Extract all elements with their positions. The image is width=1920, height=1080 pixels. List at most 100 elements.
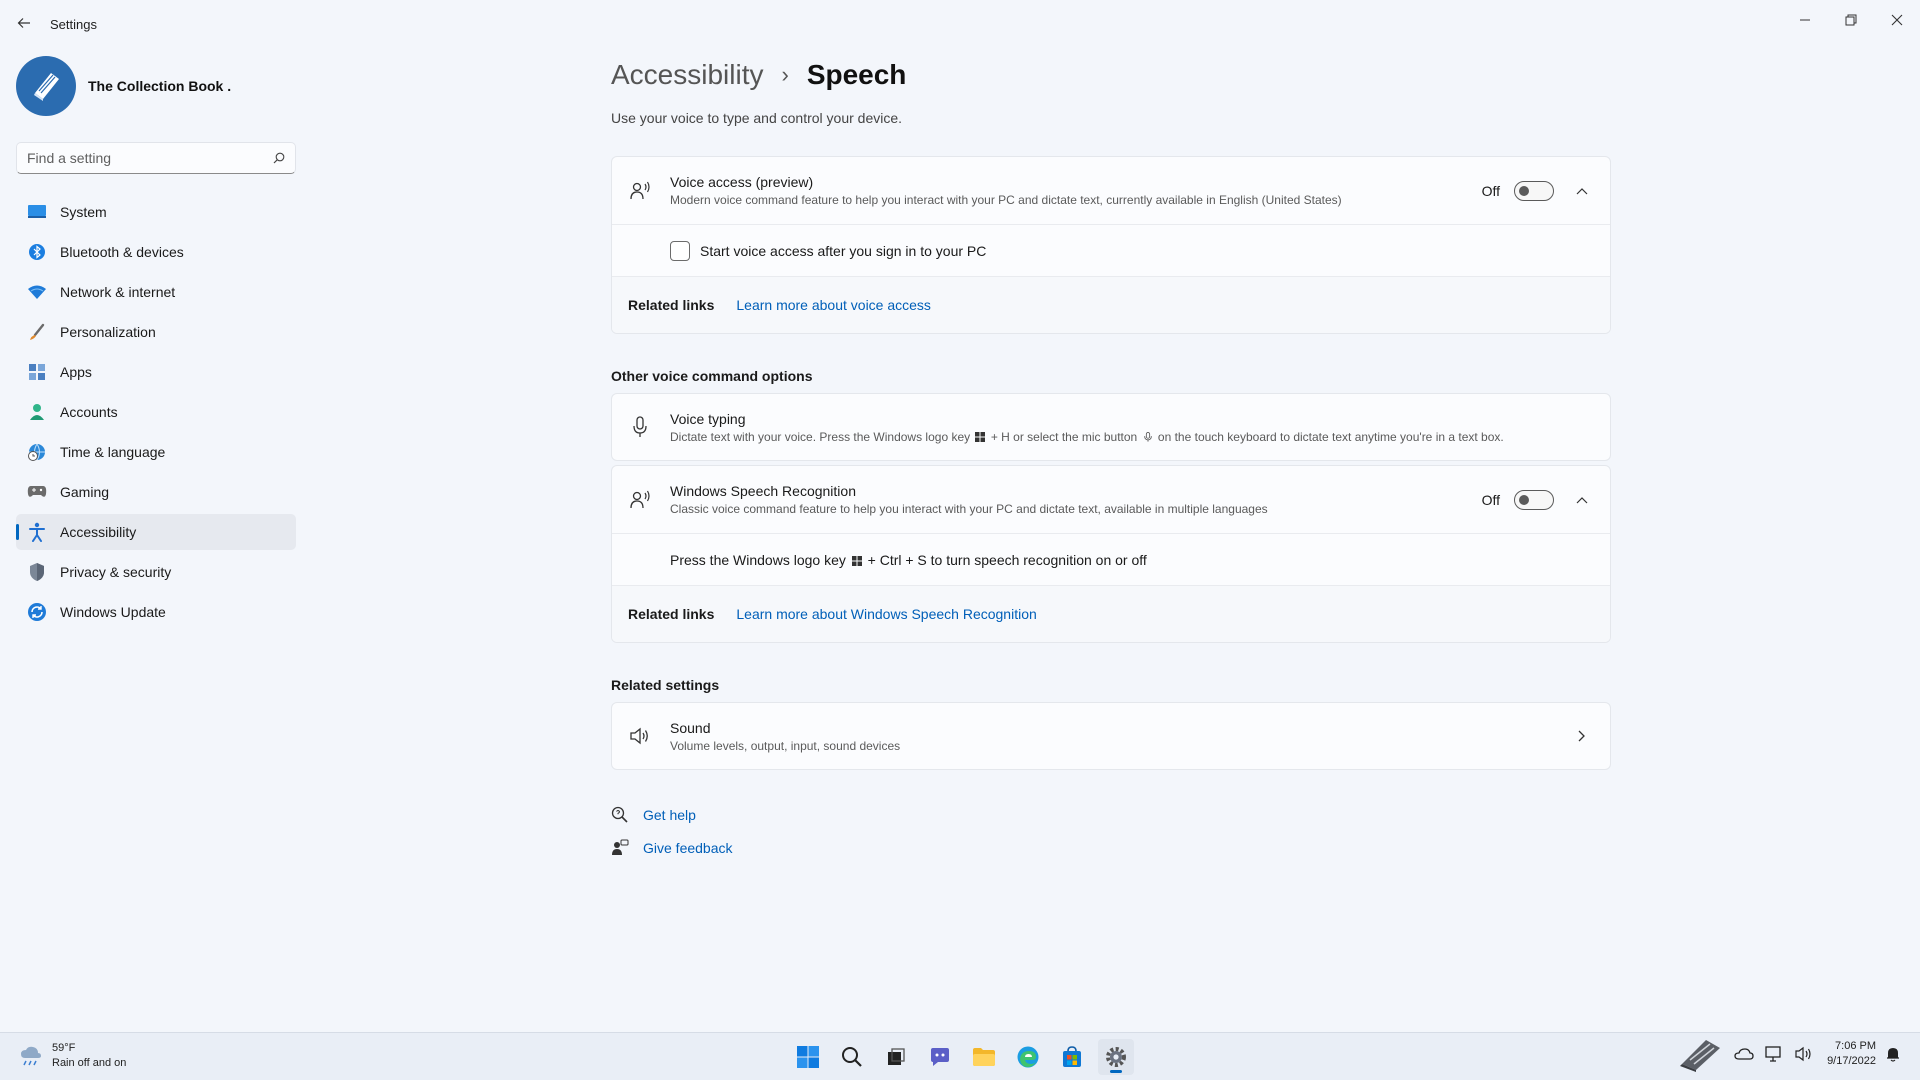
voice-access-icon [626, 180, 654, 202]
teams-chat-button[interactable] [922, 1039, 958, 1075]
sidebar-item-label: Windows Update [60, 604, 166, 620]
voice-access-startup-label[interactable]: Start voice access after you sign in to … [700, 243, 986, 259]
give-feedback-link[interactable]: Give feedback [643, 840, 733, 856]
get-help-icon [611, 806, 628, 823]
settings-app-button[interactable] [1098, 1039, 1134, 1075]
sidebar-item-system[interactable]: System [16, 194, 296, 230]
speech-recognition-toggle[interactable] [1514, 489, 1554, 510]
speech-recognition-card: Windows Speech Recognition Classic voice… [611, 465, 1611, 643]
globe-clock-icon [26, 441, 48, 463]
voice-access-startup-row: Start voice access after you sign in to … [612, 225, 1610, 277]
speech-recognition-shortcut-row: Press the Windows logo key + Ctrl + S to… [612, 534, 1610, 586]
sound-row[interactable]: Sound Volume levels, output, input, soun… [612, 703, 1610, 769]
close-icon [1891, 14, 1903, 26]
close-button[interactable] [1877, 6, 1917, 34]
microphone-icon [626, 416, 654, 438]
clock-date: 9/17/2022 [1827, 1055, 1876, 1067]
onedrive-icon[interactable] [1731, 1041, 1757, 1067]
sidebar-item-label: Privacy & security [60, 564, 172, 580]
main-content: Accessibility › Speech Use your voice to… [611, 56, 1611, 864]
sidebar-item-gaming[interactable]: Gaming [16, 474, 296, 510]
title-bar: Settings [0, 0, 1920, 48]
task-view-button[interactable] [878, 1039, 914, 1075]
sidebar-item-time-language[interactable]: Time & language [16, 434, 296, 470]
shield-icon [26, 561, 48, 583]
taskbar-apps [790, 1039, 1142, 1075]
bluetooth-icon [26, 241, 48, 263]
user-profile[interactable]: The Collection Book . [16, 56, 231, 116]
give-feedback-row[interactable]: Give feedback [611, 831, 1611, 864]
voice-typing-card: Voice typing Dictate text with your voic… [611, 393, 1611, 461]
voice-typing-row[interactable]: Voice typing Dictate text with your voic… [612, 394, 1610, 460]
related-links-label: Related links [628, 606, 715, 622]
sidebar-item-label: Network & internet [60, 284, 176, 300]
folder-icon [973, 1048, 995, 1066]
windows-start-icon [797, 1046, 819, 1068]
speech-recognition-row[interactable]: Windows Speech Recognition Classic voice… [612, 466, 1610, 534]
weather-temperature: 59°F [52, 1042, 76, 1054]
sidebar-item-network[interactable]: Network & internet [16, 274, 296, 310]
wifi-icon [26, 281, 48, 303]
notification-bell-icon[interactable] [1880, 1041, 1906, 1067]
voice-access-row[interactable]: Voice access (preview) Modern voice comm… [612, 157, 1610, 225]
sidebar-item-windows-update[interactable]: Windows Update [16, 594, 296, 630]
sidebar-item-accounts[interactable]: Accounts [16, 394, 296, 430]
taskbar-clock[interactable]: 7:06 PM 9/17/2022 [1827, 1039, 1876, 1069]
edge-icon [1017, 1046, 1039, 1068]
voice-access-startup-checkbox[interactable] [670, 240, 690, 261]
voice-typing-description-part2: + H or select the mic button [990, 429, 1138, 444]
taskbar-search-button[interactable] [834, 1039, 870, 1075]
tray-book-icon[interactable] [1675, 1040, 1727, 1072]
file-explorer-button[interactable] [966, 1039, 1002, 1075]
microsoft-store-button[interactable] [1054, 1039, 1090, 1075]
brush-icon [26, 321, 48, 343]
back-button[interactable] [14, 13, 34, 33]
chevron-right-icon[interactable] [1572, 726, 1592, 746]
sidebar-item-personalization[interactable]: Personalization [16, 314, 296, 350]
search-placeholder: Find a setting [27, 150, 112, 166]
voice-access-toggle[interactable] [1514, 180, 1554, 201]
chevron-up-icon[interactable] [1572, 490, 1592, 510]
sidebar-item-bluetooth[interactable]: Bluetooth & devices [16, 234, 296, 270]
related-links-label: Related links [628, 297, 715, 313]
weather-widget[interactable]: 59°F Rain off and on [18, 1041, 126, 1071]
volume-icon[interactable] [1791, 1041, 1817, 1067]
sidebar-item-privacy[interactable]: Privacy & security [16, 554, 296, 590]
sidebar-item-label: Personalization [60, 324, 156, 340]
voice-typing-description-part1: Dictate text with your voice. Press the … [670, 429, 971, 444]
rain-cloud-icon [21, 1046, 41, 1066]
sidebar-item-accessibility[interactable]: Accessibility [16, 514, 296, 550]
chevron-up-icon[interactable] [1572, 181, 1592, 201]
voice-access-title: Voice access (preview) [670, 174, 814, 190]
breadcrumb-parent[interactable]: Accessibility [611, 59, 763, 91]
accessibility-icon [26, 521, 48, 543]
toggle-knob [1519, 494, 1529, 505]
taskbar: 59°F Rain off and on 7:06 PM 9/17/2022 [0, 1032, 1920, 1080]
mic-button-icon [1143, 431, 1152, 442]
voice-access-card: Voice access (preview) Modern voice comm… [611, 156, 1611, 334]
get-help-link[interactable]: Get help [643, 807, 696, 823]
network-monitor-icon[interactable] [1761, 1041, 1787, 1067]
voice-access-toggle-label: Off [1481, 182, 1500, 199]
help-section: Get help Give feedback [611, 798, 1611, 864]
restore-button[interactable] [1831, 6, 1871, 34]
learn-more-voice-access-link[interactable]: Learn more about voice access [736, 297, 931, 313]
minimize-button[interactable] [1785, 6, 1825, 34]
voice-access-description: Modern voice command feature to help you… [670, 193, 1342, 207]
edge-browser-button[interactable] [1010, 1039, 1046, 1075]
gamepad-icon [26, 481, 48, 503]
minimize-icon [1800, 19, 1810, 21]
voice-typing-title: Voice typing [670, 410, 746, 427]
sound-description: Volume levels, output, input, sound devi… [670, 738, 901, 753]
speech-recognition-related-links: Related links Learn more about Windows S… [612, 586, 1610, 642]
get-help-row[interactable]: Get help [611, 798, 1611, 831]
windows-logo-icon [975, 431, 986, 442]
sidebar-item-apps[interactable]: Apps [16, 354, 296, 390]
chat-icon [931, 1048, 949, 1066]
search-input[interactable]: Find a setting [16, 142, 296, 174]
book-icon [34, 73, 59, 101]
sidebar-nav: System Bluetooth & devices Network & int… [16, 194, 296, 634]
voice-typing-description-part3: on the touch keyboard to dictate text an… [1157, 429, 1504, 444]
start-button[interactable] [790, 1039, 826, 1075]
learn-more-speech-recognition-link[interactable]: Learn more about Windows Speech Recognit… [736, 606, 1036, 622]
